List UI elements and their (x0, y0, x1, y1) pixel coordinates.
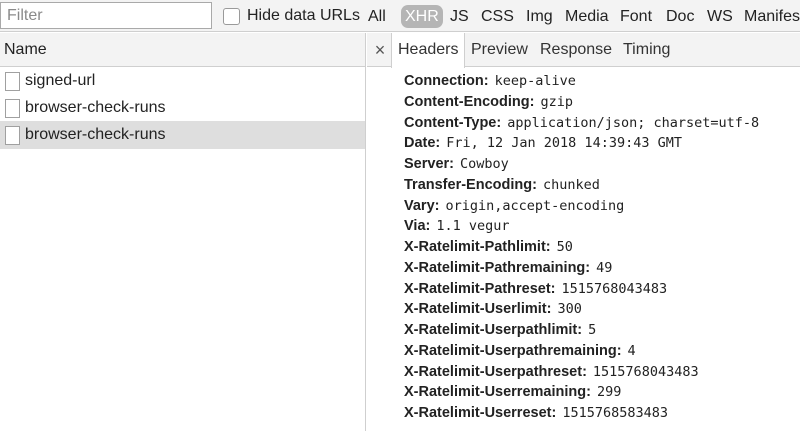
header-value: 299 (596, 384, 622, 401)
tab-response[interactable]: Response (534, 33, 618, 67)
request-name: browser-check-runs (25, 99, 166, 116)
request-list: signed-url browser-check-runs browser-ch… (0, 67, 366, 431)
filter-type-ws[interactable]: WS (704, 5, 736, 28)
header-row: Via: 1.1 vegur (404, 216, 800, 237)
tab-preview[interactable]: Preview (465, 33, 534, 67)
header-name: X-Ratelimit-Userpathlimit: (404, 322, 583, 338)
filter-type-all[interactable]: All (365, 5, 389, 28)
name-column-header[interactable]: Name (0, 33, 366, 67)
header-name: Via: (404, 218, 431, 235)
filter-type-img[interactable]: Img (523, 5, 556, 28)
header-name: Content-Type: (404, 114, 502, 131)
header-value: Fri, 12 Jan 2018 14:39:43 GMT (446, 135, 682, 152)
filter-type-js[interactable]: JS (447, 5, 472, 28)
tab-headers[interactable]: Headers (391, 33, 466, 68)
header-row: X-Ratelimit-Userreset: 1515768583483 (404, 403, 800, 424)
header-name: Transfer-Encoding: (404, 176, 537, 193)
filter-type-media[interactable]: Media (562, 5, 612, 28)
request-row[interactable]: signed-url (0, 67, 365, 95)
header-row: X-Ratelimit-Userpathreset: 1515768043483 (404, 362, 800, 383)
filter-type-xhr[interactable]: XHR (401, 5, 443, 28)
header-value: 300 (557, 301, 582, 318)
header-row: X-Ratelimit-Userpathlimit: 5 (404, 320, 800, 341)
header-name: X-Ratelimit-Userpathremaining: (404, 342, 622, 359)
header-name: X-Ratelimit-Pathremaining: (404, 259, 591, 276)
close-icon[interactable]: × (372, 33, 388, 67)
header-value: origin,accept-encoding (445, 197, 625, 214)
filter-type-css[interactable]: CSS (478, 5, 517, 28)
header-value: 4 (627, 342, 636, 359)
header-value: 49 (596, 259, 613, 276)
header-row: Content-Type: application/json; charset=u… (404, 113, 800, 134)
header-value: 50 (556, 239, 573, 255)
header-name: X-Ratelimit-Pathlimit: (404, 239, 551, 255)
filter-type-doc[interactable]: Doc (663, 5, 697, 28)
header-row: Connection: keep-alive (404, 71, 800, 92)
header-name: Date: (404, 135, 441, 152)
filter-type-manifest[interactable]: Manifest (741, 5, 800, 28)
header-row: Content-Encoding: gzip (404, 92, 800, 113)
filter-input[interactable] (0, 2, 212, 29)
network-filter-bar: Hide data URLs All XHR JS CSS Img Media … (0, 0, 800, 32)
tab-timing[interactable]: Timing (617, 33, 676, 67)
header-value: 1515768043483 (561, 280, 668, 297)
header-row: X-Ratelimit-Userlimit: 300 (404, 299, 800, 320)
header-row: Date: Fri, 12 Jan 2018 14:39:43 GMT (404, 133, 800, 154)
header-name: X-Ratelimit-Userlimit: (404, 301, 552, 318)
header-value: Cowboy (459, 156, 509, 172)
header-value: application/json; charset=utf-8 (507, 114, 760, 131)
request-name: signed-url (25, 72, 96, 89)
filter-type-font[interactable]: Font (617, 5, 655, 28)
header-value: 1.1 vegur (436, 218, 510, 235)
document-icon (5, 125, 20, 145)
header-name: Server: (404, 156, 454, 172)
header-name: X-Ratelimit-Userpathreset: (404, 363, 587, 380)
header-name: X-Ratelimit-Pathreset: (404, 280, 556, 297)
header-row: Transfer-Encoding: chunked (404, 175, 800, 196)
header-value: gzip (540, 93, 573, 110)
document-icon (5, 98, 20, 118)
header-row: X-Ratelimit-Pathreset: 1515768043483 (404, 279, 800, 300)
header-name: X-Ratelimit-Userreset: (404, 405, 557, 421)
hide-data-urls-toggle[interactable]: Hide data URLs (223, 5, 360, 27)
header-row: X-Ratelimit-Userpathremaining: 4 (404, 341, 800, 362)
response-headers-list: Connection: keep-alive Content-Encoding: g… (404, 71, 800, 424)
header-name: X-Ratelimit-Userremaining: (404, 384, 591, 401)
header-value: 1515768043483 (592, 363, 699, 380)
hide-data-urls-label: Hide data URLs (247, 7, 360, 24)
request-row[interactable]: browser-check-runs (0, 94, 365, 122)
header-value: chunked (542, 176, 600, 193)
header-row: X-Ratelimit-Pathlimit: 50 (404, 237, 800, 258)
request-name: browser-check-runs (25, 126, 166, 143)
header-value: keep-alive (494, 73, 576, 89)
request-row-selected[interactable]: browser-check-runs (0, 121, 365, 149)
hide-data-urls-checkbox[interactable] (223, 7, 240, 25)
header-row: X-Ratelimit-Userremaining: 299 (404, 382, 800, 403)
header-name: Connection: (404, 73, 489, 89)
header-value: 5 (588, 322, 597, 338)
document-icon (5, 71, 20, 91)
header-row: Vary: origin,accept-encoding (404, 196, 800, 217)
details-tab-bar: × Headers Preview Response Timing (367, 33, 800, 68)
header-name: Content-Encoding: (404, 93, 535, 110)
header-row: Server: Cowboy (404, 154, 800, 175)
header-name: Vary: (404, 197, 440, 214)
header-row: X-Ratelimit-Pathremaining: 49 (404, 258, 800, 279)
header-value: 1515768583483 (562, 405, 668, 421)
